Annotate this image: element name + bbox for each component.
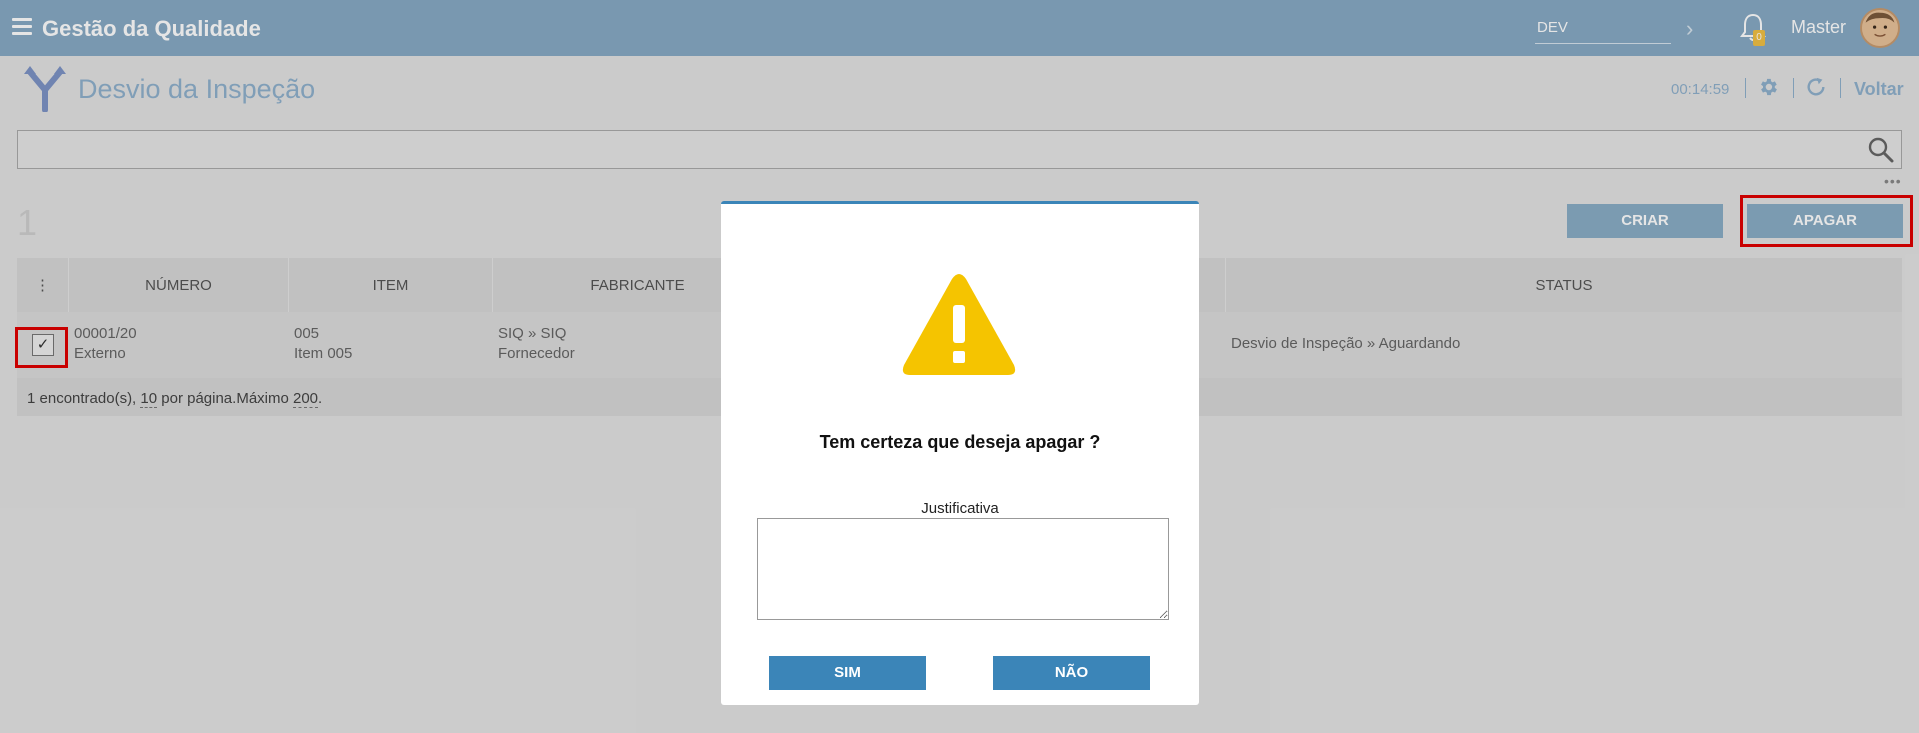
- justification-label: Justificativa: [921, 500, 999, 517]
- confirm-delete-dialog: Tem certeza que deseja apagar ? Justific…: [721, 201, 1199, 705]
- warning-icon: [902, 274, 1016, 375]
- no-button[interactable]: NÃO: [993, 656, 1150, 690]
- yes-button[interactable]: SIM: [769, 656, 926, 690]
- confirm-question: Tem certeza que deseja apagar ?: [819, 432, 1101, 452]
- justification-textarea[interactable]: [757, 518, 1169, 620]
